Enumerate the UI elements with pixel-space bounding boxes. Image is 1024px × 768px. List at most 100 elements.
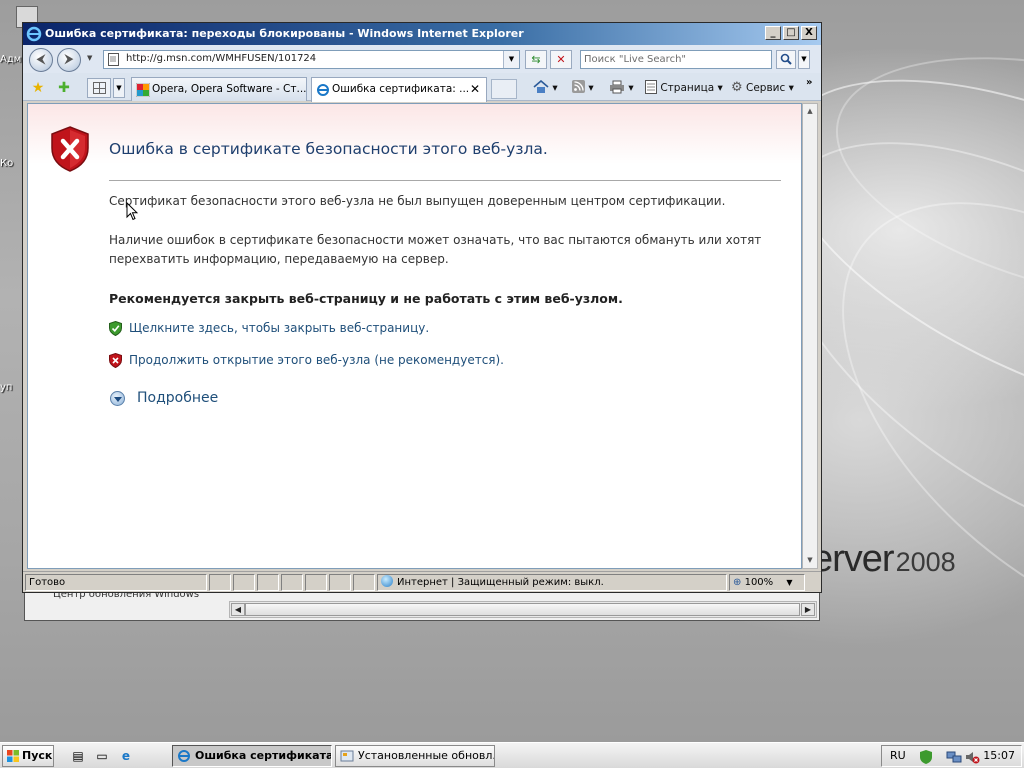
expand-icon [110,391,125,406]
page-icon [645,80,657,94]
warning-message: Наличие ошибок в сертификате безопасност… [109,233,762,266]
close-tab-icon[interactable]: ✕ [470,78,480,100]
window-title: Ошибка сертификата: переходы блокированы… [45,27,524,40]
zoom-icon: ⊕ [733,577,742,588]
scroll-left-button[interactable]: ◀ [231,603,245,616]
stop-icon[interactable]: ✕ [550,50,572,69]
page-menu-label: Страница [660,82,715,94]
title-bar[interactable]: Ошибка сертификата: переходы блокированы… [23,23,821,45]
scroll-up-button[interactable]: ▲ [804,105,816,118]
taskbar-item-label: Ошибка сертификата... [195,749,332,762]
quick-tabs-button[interactable] [87,78,111,98]
status-panel [233,574,255,591]
close-page-link-text[interactable]: Щелкните здесь, чтобы закрыть веб-страни… [129,321,429,335]
continue-site-link[interactable]: Продолжить открытие этого веб-узла (не р… [109,353,529,369]
show-desktop-icon[interactable]: ▭ [94,748,110,764]
more-info-label[interactable]: Подробнее [137,390,218,406]
start-label: Пуск [22,749,53,762]
back-button[interactable]: ⮜ [29,48,53,72]
gear-icon: ⚙ [731,80,743,95]
more-commands-chevron-icon[interactable]: » [806,77,812,88]
status-panel [257,574,279,591]
zone-text: Интернет | Защищенный режим: выкл. [397,577,604,588]
print-icon[interactable]: ▾ [609,79,634,97]
msn-icon [136,83,150,97]
tab-opera[interactable]: Opera, Opera Software - Ст... [131,77,307,101]
status-panel [329,574,351,591]
add-favorites-icon[interactable]: ✚ [55,79,73,97]
ie-quicklaunch-icon[interactable]: e [118,748,134,764]
continue-site-link-text[interactable]: Продолжить открытие этого веб-узла (не р… [129,353,504,367]
refresh-icon[interactable]: ⇆ [525,50,547,69]
ie-icon [317,84,329,96]
address-dropdown-icon[interactable]: ▼ [503,51,519,68]
horizontal-scrollbar[interactable]: ◀ ▶ [229,601,817,618]
history-dropdown-icon[interactable]: ▼ [87,54,97,64]
desktop-icon-label: Ко [0,158,14,169]
tab-label: Opera, Opera Software - Ст... [152,83,307,95]
network-icon[interactable] [946,749,962,765]
taskbar: Пуск ▤ ▭ e Ошибка сертификата... Установ… [0,742,1024,768]
language-indicator[interactable]: RU [890,749,906,762]
tab-row: ★ ✚ ▼ Opera, Opera Software - Ст... Ошиб… [23,73,821,102]
page-icon [108,53,119,66]
forward-button[interactable]: ⮞ [57,48,81,72]
control-panel-icon [340,750,354,762]
close-window-button[interactable]: X [801,26,817,40]
server-manager-icon[interactable]: ▤ [70,748,86,764]
certificate-message: Сертификат безопасности этого веб-узла н… [109,194,726,208]
search-icon[interactable] [776,50,796,69]
close-page-link[interactable]: Щелкните здесь, чтобы закрыть веб-страни… [109,321,449,337]
vertical-scrollbar[interactable]: ▲ ▼ [802,103,818,569]
status-panel [281,574,303,591]
new-tab-button[interactable] [491,79,517,99]
recommendation-text: Рекомендуется закрыть веб-страницу и не … [109,291,623,306]
more-info-toggle[interactable]: Подробнее [109,388,249,408]
scroll-right-button[interactable]: ▶ [801,603,815,616]
system-tray: RU 15:07 [881,745,1022,767]
brand-main: erver [812,538,895,580]
minimize-button[interactable]: _ [765,26,781,40]
desktop-icon-label: уп [0,382,13,393]
address-bar-row: ⮜ ⮞ ▼ http://g.msn.com/WMHFUSEN/101724 ▼… [23,45,821,73]
red-shield-icon [109,353,122,368]
status-panel [209,574,231,591]
feeds-icon[interactable]: ▾ [572,79,594,97]
url-text[interactable]: http://g.msn.com/WMHFUSEN/101724 [126,53,316,64]
taskbar-item-updates[interactable]: Установленные обновл... [335,745,495,767]
search-options-dropdown-icon[interactable]: ▼ [798,50,810,69]
favorites-star-icon[interactable]: ★ [29,79,47,97]
tab-list-dropdown-icon[interactable]: ▼ [113,78,125,98]
status-panel [353,574,375,591]
zoom-dropdown-icon: ▼ [786,578,793,587]
desktop-icon-label: Адм [0,54,22,65]
quick-tabs-icon [93,82,106,94]
tab-certificate-error[interactable]: Ошибка сертификата: ... ✕ [311,77,487,102]
address-bar[interactable]: http://g.msn.com/WMHFUSEN/101724 ▼ [103,50,520,69]
zoom-control[interactable]: ⊕ 100% ▼ [729,574,805,591]
page-content: Ошибка в сертификате безопасности этого … [27,103,802,569]
tools-menu-button[interactable]: ⚙ Сервис ▾ [731,79,794,97]
scroll-down-button[interactable]: ▼ [804,554,816,567]
page-menu-button[interactable]: Страница ▾ [645,79,723,97]
volume-muted-icon[interactable] [964,749,980,765]
error-shield-icon [51,126,89,172]
mouse-cursor-icon [126,202,138,221]
zoom-level: 100% [744,577,774,588]
status-panel [305,574,327,591]
taskbar-item-label: Установленные обновл... [358,749,495,762]
scroll-thumb[interactable] [245,603,800,616]
search-box[interactable] [580,50,772,69]
clock[interactable]: 15:07 [983,749,1015,762]
security-shield-icon[interactable] [918,749,934,765]
ie-icon [26,26,42,42]
search-input[interactable] [581,51,769,68]
taskbar-item-ie[interactable]: Ошибка сертификата... [172,745,332,767]
security-zone[interactable]: Интернет | Защищенный режим: выкл. [377,574,727,591]
maximize-button[interactable]: □ [783,26,799,40]
status-bar: Готово Интернет | Защищенный режим: выкл… [23,571,821,592]
tools-menu-label: Сервис [746,82,786,94]
ie-window: Ошибка сертификата: переходы блокированы… [22,22,822,593]
start-button[interactable]: Пуск [2,745,54,767]
home-icon[interactable]: ▾ [533,79,558,97]
